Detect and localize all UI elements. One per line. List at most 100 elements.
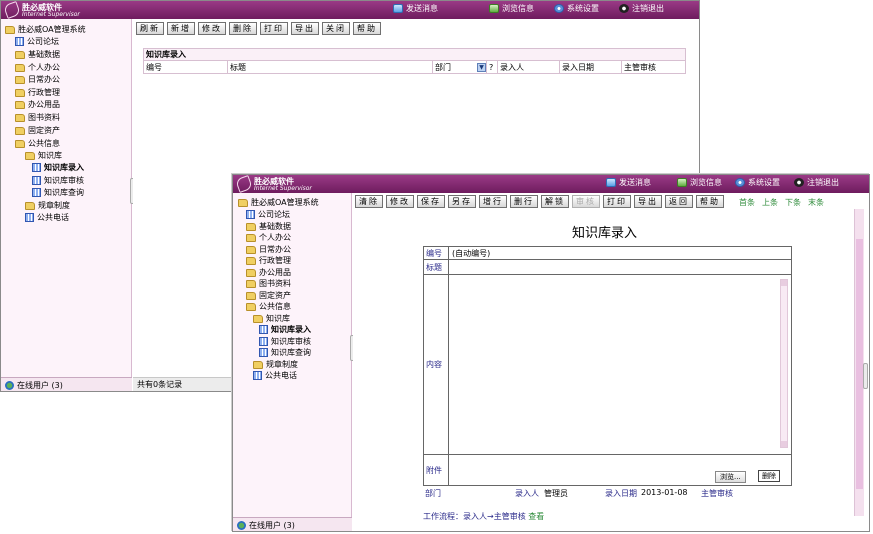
help-button[interactable]: 帮助	[353, 22, 381, 35]
tree-item-assets[interactable]: 固定资产	[15, 125, 60, 136]
form-toolbar: 清除 修改 保存 另存 增行 删行 解锁 审核 打印 导出 返回 帮助	[355, 195, 724, 208]
browse-info-link[interactable]: 浏览信息	[489, 3, 534, 14]
tree-item-rules[interactable]: 规章制度	[25, 200, 70, 211]
form-title: 知识库录入	[572, 226, 638, 241]
delete-attachment-button[interactable]: 删除	[758, 470, 780, 482]
close-button[interactable]: 关闭	[322, 22, 350, 35]
dept-dropdown-icon[interactable]: ▼	[477, 62, 486, 72]
add-button[interactable]: 新增	[167, 22, 195, 35]
module-icon	[25, 213, 34, 222]
tree-item-public-info[interactable]: 公共信息	[15, 138, 60, 149]
module-icon	[32, 176, 41, 185]
module-icon	[15, 37, 24, 46]
edit-button[interactable]: 修改	[198, 22, 226, 35]
tree-item-personal[interactable]: 个人办公	[246, 232, 291, 243]
gear-icon	[735, 178, 745, 187]
tree-item-library[interactable]: 图书资料	[15, 112, 60, 123]
scroll-thumb[interactable]	[856, 239, 863, 489]
prev-record-link[interactable]: 上条	[762, 197, 778, 208]
print-button[interactable]: 打印	[603, 195, 631, 208]
content-label: 内容	[424, 275, 449, 454]
logout-link[interactable]: 注销退出	[619, 3, 664, 14]
right-splitter[interactable]	[863, 363, 868, 389]
list-title: 知识库录入	[143, 48, 686, 61]
tree-item-kb-query[interactable]: 知识库查询	[32, 187, 84, 198]
content-textarea[interactable]	[451, 276, 791, 451]
title-input[interactable]	[451, 260, 791, 274]
tree-item-supplies[interactable]: 办公用品	[246, 267, 291, 278]
browse-button[interactable]: 浏览...	[715, 471, 746, 483]
tree-item-phonebook[interactable]: 公共电话	[25, 212, 69, 223]
add-row-button[interactable]: 增行	[479, 195, 507, 208]
content-scrollbar[interactable]	[780, 279, 788, 448]
browse-info-link[interactable]: 浏览信息	[677, 177, 722, 188]
help-button[interactable]: 帮助	[696, 195, 724, 208]
title-label: 标题	[424, 260, 449, 274]
export-button[interactable]: 导出	[291, 22, 319, 35]
tree-item-kb-query[interactable]: 知识库查询	[259, 347, 311, 358]
system-settings-link[interactable]: 系统设置	[554, 3, 599, 14]
tree-item-basic-data[interactable]: 基础数据	[15, 49, 60, 60]
browse-info-icon	[489, 4, 499, 13]
tree-item-daily[interactable]: 日常办公	[15, 74, 60, 85]
module-icon	[253, 371, 262, 380]
logout-link[interactable]: 注销退出	[794, 177, 839, 188]
column-review[interactable]: 主管审核	[622, 61, 685, 73]
tree-item-personal[interactable]: 个人办公	[15, 62, 60, 73]
tree-item-phonebook[interactable]: 公共电话	[253, 370, 297, 381]
entry-window: 胜必威软件 Internet Supervisor 发送消息 浏览信息 系统设置…	[232, 174, 870, 532]
column-entry-person[interactable]: 录入人	[498, 61, 560, 73]
tree-item-kb-entry[interactable]: 知识库录入	[259, 324, 311, 335]
next-record-link[interactable]: 下条	[785, 197, 801, 208]
tree-item-daily[interactable]: 日常办公	[246, 244, 291, 255]
save-button[interactable]: 保存	[417, 195, 445, 208]
online-users[interactable]: 在线用户 (3)	[1, 377, 132, 391]
back-button[interactable]: 返回	[665, 195, 693, 208]
online-users[interactable]: 在线用户 (3)	[233, 517, 352, 531]
tree-item-kb-review[interactable]: 知识库审核	[32, 175, 84, 186]
delete-button[interactable]: 删除	[229, 22, 257, 35]
tree-item-forum[interactable]: 公司论坛	[15, 36, 59, 47]
column-dept[interactable]: 部门 ▼	[433, 61, 487, 73]
tree-item-admin[interactable]: 行政管理	[246, 255, 291, 266]
tree-item-kb-review[interactable]: 知识库审核	[259, 336, 311, 347]
export-button[interactable]: 导出	[634, 195, 662, 208]
edit-button[interactable]: 修改	[386, 195, 414, 208]
save-as-button[interactable]: 另存	[448, 195, 476, 208]
scroll-down-icon[interactable]	[781, 441, 787, 447]
unlock-button[interactable]: 解锁	[541, 195, 569, 208]
last-record-link[interactable]: 末条	[808, 197, 824, 208]
tree-item-assets[interactable]: 固定资产	[246, 290, 291, 301]
tree-item-rules[interactable]: 规章制度	[253, 359, 298, 370]
clear-button[interactable]: 清除	[355, 195, 383, 208]
scroll-up-icon[interactable]	[781, 280, 787, 286]
system-settings-link[interactable]: 系统设置	[735, 177, 780, 188]
approve-button[interactable]: 审核	[572, 195, 600, 208]
column-help[interactable]: ?	[487, 61, 498, 73]
send-message-link[interactable]: 发送消息	[606, 177, 651, 188]
tree-item-public-info[interactable]: 公共信息	[246, 301, 291, 312]
tree-item-knowledge-base[interactable]: 知识库	[25, 150, 62, 161]
tree-item-admin[interactable]: 行政管理	[15, 87, 60, 98]
refresh-button[interactable]: 刷新	[136, 22, 164, 35]
column-title[interactable]: 标题	[228, 61, 433, 73]
sidebar-tree: 胜必威OA管理系统 公司论坛 基础数据 个人办公 日常办公 行政管理 办公用品 …	[233, 193, 352, 517]
tree-root[interactable]: 胜必威OA管理系统	[238, 197, 319, 208]
column-entry-date[interactable]: 录入日期	[560, 61, 622, 73]
column-id[interactable]: 编号	[144, 61, 228, 73]
tree-item-forum[interactable]: 公司论坛	[246, 209, 290, 220]
workflow-view-link[interactable]: 查看	[528, 512, 544, 521]
first-record-link[interactable]: 首条	[739, 197, 755, 208]
tree-item-knowledge-base[interactable]: 知识库	[253, 313, 290, 324]
folder-icon	[15, 113, 25, 122]
send-message-link[interactable]: 发送消息	[393, 3, 438, 14]
tree-item-supplies[interactable]: 办公用品	[15, 99, 60, 110]
tree-item-basic-data[interactable]: 基础数据	[246, 221, 291, 232]
print-button[interactable]: 打印	[260, 22, 288, 35]
delete-row-button[interactable]: 删行	[510, 195, 538, 208]
tree-item-kb-entry[interactable]: 知识库录入	[32, 162, 84, 173]
tree-item-library[interactable]: 图书资料	[246, 278, 291, 289]
folder-icon	[246, 268, 256, 277]
page-scrollbar[interactable]	[854, 209, 864, 516]
tree-root[interactable]: 胜必威OA管理系统	[5, 24, 86, 35]
